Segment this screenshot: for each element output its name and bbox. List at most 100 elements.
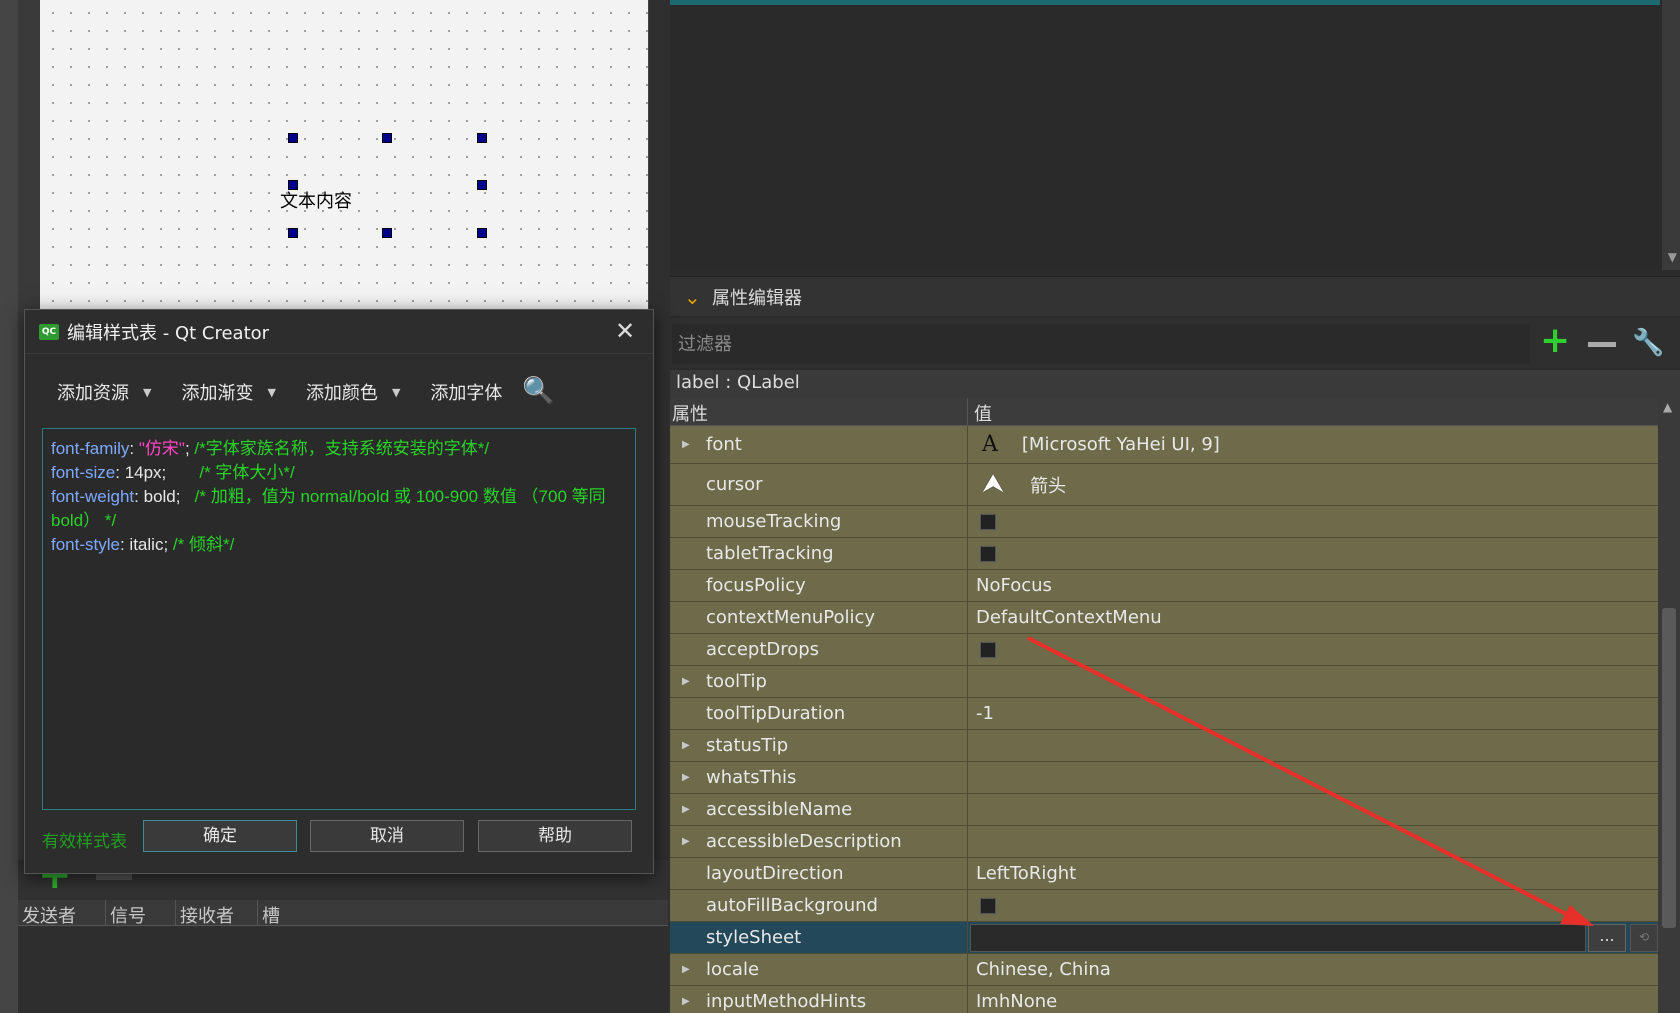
resize-handle[interactable]: [382, 133, 392, 143]
expand-arrow-icon[interactable]: ▶: [682, 996, 690, 1007]
stylesheet-valid-status: 有效样式表: [42, 832, 127, 852]
property-row-accessiblename[interactable]: ▶ accessibleName: [670, 794, 1658, 826]
property-value[interactable]: 箭头: [1030, 472, 1066, 498]
dialog-title: 编辑样式表 - Qt Creator: [67, 322, 270, 344]
property-row-whatsthis[interactable]: ▶ whatsThis: [670, 762, 1658, 794]
resize-handle[interactable]: [288, 133, 298, 143]
qt-creator-icon: QC: [39, 323, 59, 340]
property-value[interactable]: [Microsoft YaHei UI, 9]: [1022, 434, 1220, 455]
object-inspector-panel: ▼: [670, 0, 1680, 270]
selected-label-widget[interactable]: 文本内容: [280, 187, 352, 213]
property-row-font[interactable]: ▶ font A [Microsoft YaHei UI, 9]: [670, 426, 1658, 464]
property-row-stylesheet[interactable]: styleSheet ... ⟲: [670, 922, 1658, 954]
close-icon[interactable]: ✕: [611, 318, 639, 346]
property-editor-header[interactable]: ⌄ 属性编辑器: [670, 276, 1680, 316]
acceptdrops-checkbox[interactable]: [980, 641, 996, 658]
property-name: accessibleName: [706, 799, 853, 820]
ok-button[interactable]: 确定: [143, 820, 297, 852]
font-preview-icon[interactable]: 🔍: [522, 376, 554, 408]
property-row-statustip[interactable]: ▶ statusTip: [670, 730, 1658, 762]
property-row-tooltip[interactable]: ▶ toolTip: [670, 666, 1658, 698]
column-value[interactable]: 值: [968, 398, 998, 425]
expand-arrow-icon[interactable]: ▶: [682, 964, 690, 975]
dialog-titlebar[interactable]: QC 编辑样式表 - Qt Creator ✕: [25, 310, 653, 354]
property-scrollbar[interactable]: ▲: [1658, 398, 1680, 1013]
property-row-tablettracking[interactable]: tabletTracking: [670, 538, 1658, 570]
property-row-cursor[interactable]: cursor ⮝ 箭头: [670, 464, 1658, 506]
stylesheet-code-editor[interactable]: font-family: "仿宋"; /*字体家族名称，支持系统安装的字体*/ …: [42, 428, 636, 810]
property-row-accessibledescription[interactable]: ▶ accessibleDescription: [670, 826, 1658, 858]
inspector-scrollbar[interactable]: ▼: [1662, 0, 1680, 270]
code-property: font-style: [51, 535, 120, 554]
column-sender[interactable]: 发送者: [18, 900, 106, 927]
add-font-button[interactable]: 添加字体: [430, 379, 502, 405]
dropdown-arrow-icon[interactable]: ▼: [392, 386, 400, 399]
column-receiver[interactable]: 接收者: [176, 900, 258, 927]
code-line: font-size: 14px; /* 字体大小*/: [51, 461, 627, 485]
expand-arrow-icon[interactable]: ▶: [682, 836, 690, 847]
add-dynamic-property-icon[interactable]: +: [1540, 323, 1576, 360]
resize-handle[interactable]: [477, 228, 487, 238]
property-value[interactable]: -1: [976, 703, 994, 724]
form-canvas[interactable]: 文本内容: [40, 0, 648, 310]
resize-handle[interactable]: [382, 228, 392, 238]
property-value[interactable]: Chinese, China: [976, 959, 1111, 980]
property-row-autofillbackground[interactable]: autoFillBackground: [670, 890, 1658, 922]
scroll-down-icon[interactable]: ▼: [1668, 250, 1677, 264]
property-row-inputmethodhints[interactable]: ▶ inputMethodHints ImhNone: [670, 986, 1658, 1013]
property-value[interactable]: NoFocus: [976, 575, 1052, 596]
cancel-button[interactable]: 取消: [310, 820, 464, 852]
resize-handle[interactable]: [477, 133, 487, 143]
column-signal[interactable]: 信号: [106, 900, 176, 927]
property-value[interactable]: LeftToRight: [976, 863, 1076, 884]
add-color-button[interactable]: 添加颜色 ▼: [306, 379, 400, 405]
filter-input[interactable]: [672, 324, 1530, 364]
column-slot[interactable]: 槽: [258, 900, 318, 927]
property-row-focuspolicy[interactable]: focusPolicy NoFocus: [670, 570, 1658, 602]
code-line: font-style: italic; /* 倾斜*/: [51, 533, 627, 557]
stylesheet-edit-button[interactable]: ...: [1588, 924, 1626, 952]
stylesheet-value-field[interactable]: [970, 924, 1586, 952]
expand-arrow-icon[interactable]: ▶: [682, 439, 690, 450]
expand-arrow-icon[interactable]: ▶: [682, 676, 690, 687]
resize-handle[interactable]: [477, 180, 487, 190]
dropdown-arrow-icon[interactable]: ▼: [143, 386, 151, 399]
code-property: font-family: [51, 439, 130, 458]
property-row-locale[interactable]: ▶ locale Chinese, China: [670, 954, 1658, 986]
chevron-down-icon[interactable]: ⌄: [684, 285, 712, 309]
expand-arrow-icon[interactable]: ▶: [682, 772, 690, 783]
property-name: locale: [706, 959, 760, 980]
resize-handle[interactable]: [288, 228, 298, 238]
remove-dynamic-property-icon[interactable]: [1588, 342, 1616, 347]
add-resource-button[interactable]: 添加资源 ▼: [57, 379, 151, 405]
signal-slot-list[interactable]: [18, 927, 668, 1013]
property-value[interactable]: DefaultContextMenu: [976, 607, 1162, 628]
code-punct: ;: [184, 439, 190, 458]
add-resource-label: 添加资源: [57, 383, 129, 404]
help-button[interactable]: 帮助: [478, 820, 632, 852]
scrollbar-thumb[interactable]: [1662, 608, 1676, 928]
add-gradient-button[interactable]: 添加渐变 ▼: [181, 379, 275, 405]
expand-arrow-icon[interactable]: ▶: [682, 804, 690, 815]
property-row-tooltipduration[interactable]: toolTipDuration -1: [670, 698, 1658, 730]
property-name: whatsThis: [706, 767, 797, 788]
property-row-acceptdrops[interactable]: acceptDrops: [670, 634, 1658, 666]
tablettracking-checkbox[interactable]: [980, 545, 996, 562]
mousetracking-checkbox[interactable]: [980, 513, 996, 530]
edit-stylesheet-dialog: QC 编辑样式表 - Qt Creator ✕ 添加资源 ▼ 添加渐变 ▼ 添加颜色…: [24, 309, 654, 874]
column-property[interactable]: 属性: [670, 398, 968, 425]
autofillbackground-checkbox[interactable]: [980, 897, 996, 914]
code-value: : italic;: [119, 535, 169, 554]
wrench-icon[interactable]: 🔧: [1632, 328, 1668, 360]
dropdown-arrow-icon[interactable]: ▼: [267, 386, 275, 399]
property-name: toolTip: [706, 671, 767, 692]
property-row-mousetracking[interactable]: mouseTracking: [670, 506, 1658, 538]
property-name: inputMethodHints: [706, 991, 867, 1012]
property-name: contextMenuPolicy: [706, 607, 876, 628]
property-row-layoutdirection[interactable]: layoutDirection LeftToRight: [670, 858, 1658, 890]
property-row-contextmenupolicy[interactable]: contextMenuPolicy DefaultContextMenu: [670, 602, 1658, 634]
expand-arrow-icon[interactable]: ▶: [682, 740, 690, 751]
property-value[interactable]: ImhNone: [976, 991, 1057, 1012]
scroll-up-icon[interactable]: ▲: [1663, 400, 1672, 414]
reset-property-icon[interactable]: ⟲: [1630, 924, 1658, 952]
